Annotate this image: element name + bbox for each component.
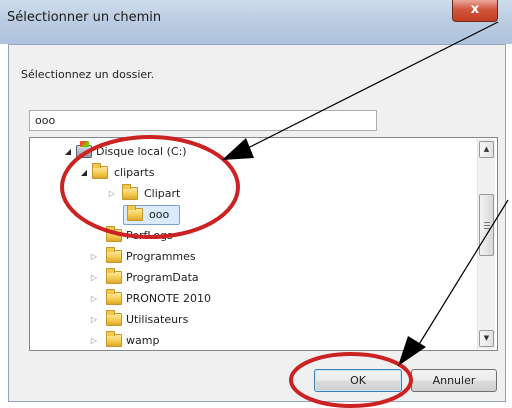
close-button[interactable]: x	[452, 0, 498, 22]
ok-button[interactable]: OK	[314, 369, 402, 392]
cancel-button[interactable]: Annuler	[411, 369, 497, 392]
tree-item-label: PerfLogs	[126, 229, 173, 242]
collapsed-arrow-icon[interactable]: ▷	[90, 295, 98, 303]
folder-path-field[interactable]: ooo	[29, 110, 377, 131]
scroll-up-button[interactable]: ▲	[479, 141, 494, 158]
grip-line	[484, 228, 490, 229]
tree-item-label: ooo	[149, 208, 170, 221]
folder-icon	[92, 163, 108, 179]
folder-icon	[106, 247, 122, 263]
collapsed-arrow-icon[interactable]: ▷	[90, 253, 98, 261]
collapsed-arrow-icon[interactable]: ▷	[90, 274, 98, 282]
tree-item-label: Disque local (C:)	[96, 145, 187, 158]
tree-item-label: Utilisateurs	[126, 313, 189, 326]
folder-icon	[106, 268, 122, 284]
scroll-thumb[interactable]	[479, 194, 494, 256]
drive-icon	[76, 141, 92, 158]
folder-tree[interactable]: ◢ Disque local (C:) ◢ cliparts ▷ Clipart…	[29, 137, 498, 351]
expanded-arrow-icon[interactable]: ◢	[64, 148, 72, 156]
window-title: Sélectionner un chemin	[7, 10, 162, 25]
tree-item-label: PRONOTE 2010	[126, 292, 211, 305]
folder-icon	[106, 331, 122, 347]
folder-icon	[106, 226, 122, 242]
arrow-down-icon: ▼	[483, 334, 490, 342]
folder-icon	[106, 310, 122, 326]
collapsed-arrow-icon[interactable]: ▷	[108, 190, 116, 198]
close-icon: x	[470, 2, 480, 17]
folder-icon	[106, 289, 122, 305]
tree-item-label: Clipart	[144, 187, 181, 200]
scroll-down-button[interactable]: ▼	[479, 330, 494, 347]
collapsed-arrow-icon[interactable]: ▷	[90, 316, 98, 324]
folder-icon	[122, 184, 138, 200]
tree-item-label: ProgramData	[126, 271, 199, 284]
grip-line	[484, 222, 490, 223]
title-bar: Sélectionner un chemin x	[0, 0, 512, 44]
arrow-up-icon: ▲	[483, 145, 490, 153]
tree-item-label: cliparts	[114, 166, 155, 179]
tree-scrollbar[interactable]: ▲ ▼	[477, 139, 495, 349]
tree-item-label: wamp	[126, 334, 160, 347]
grip-line	[484, 225, 490, 226]
collapsed-arrow-icon[interactable]: ▷	[90, 337, 98, 345]
tree-item-label: Programmes	[126, 250, 196, 263]
folder-icon	[127, 205, 143, 221]
expanded-arrow-icon[interactable]: ◢	[80, 169, 88, 177]
dialog-prompt: Sélectionnez un dossier.	[21, 68, 155, 81]
